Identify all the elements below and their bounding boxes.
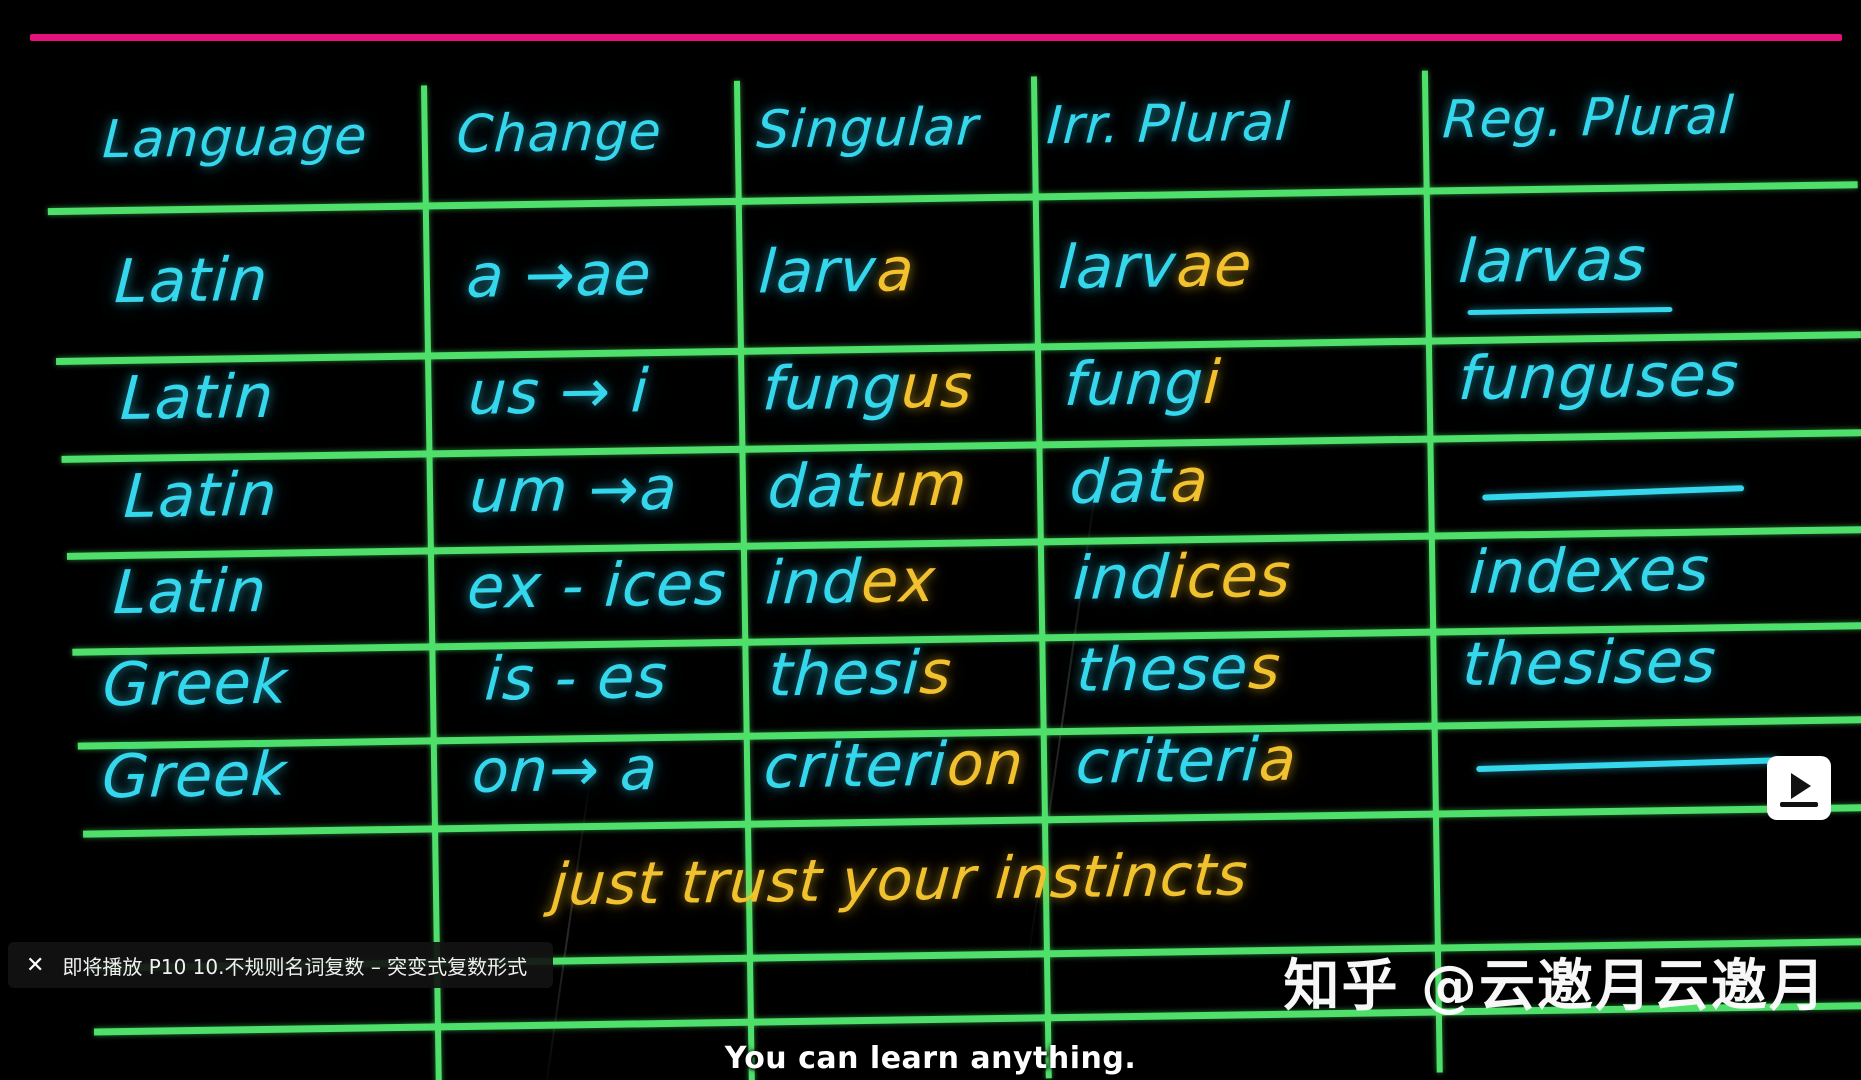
- table-row: fungus: [760, 351, 976, 425]
- board-scratch-mark-2: [542, 767, 593, 1080]
- table-header-regular-plural: Reg. Plural: [1440, 86, 1736, 151]
- table-row: us → i: [466, 356, 651, 429]
- table-row: larvae: [1056, 230, 1255, 304]
- handwritten-table-board: Language Change Singular Irr. Plural Reg…: [0, 0, 1861, 1080]
- table-row: data: [1068, 445, 1212, 518]
- regular-plural-dash-3: [1482, 485, 1745, 501]
- table-row: larvas: [1456, 224, 1649, 298]
- table-row: funguses: [1456, 339, 1742, 415]
- table-row: larva: [756, 235, 917, 308]
- table-row: index: [763, 545, 938, 619]
- zhihu-watermark: 知乎 @云邀月云邀月: [1283, 954, 1827, 1019]
- table-row: Greek: [100, 739, 289, 813]
- regular-plural-dash-6: [1476, 757, 1779, 773]
- table-header-language: Language: [101, 106, 370, 171]
- regular-plural-underline-1: [1467, 306, 1673, 316]
- table-row: criterion: [762, 728, 1026, 803]
- table-row: a →ae: [464, 239, 654, 312]
- table-row: um →a: [468, 453, 680, 527]
- up-next-overlay[interactable]: ✕ 即将播放 P10 10.不规则名词复数 – 突变式复数形式: [8, 942, 554, 988]
- table-row: thesises: [1460, 626, 1719, 701]
- table-row: thesis: [766, 637, 955, 711]
- table-row: is - es: [482, 641, 670, 715]
- grid-hline-6: [83, 804, 1861, 838]
- table-row: ex - ices: [465, 549, 729, 623]
- table-row: Latin: [111, 555, 269, 629]
- play-badge-icon[interactable]: [1767, 756, 1831, 820]
- table-row: Latin: [122, 459, 280, 532]
- grid-vline-4: [1421, 70, 1443, 1073]
- up-next-label: 即将播放 P10 10.不规则名词复数 – 突变式复数形式: [62, 954, 528, 979]
- table-row: theses: [1074, 632, 1283, 706]
- play-triangle-icon: [1791, 773, 1811, 799]
- table-row: on→ a: [470, 734, 660, 807]
- table-row: Greek: [100, 647, 290, 721]
- board-note: just trust your instincts: [549, 840, 1251, 919]
- grid-vline-1: [421, 85, 442, 1080]
- grid-vline-2: [733, 80, 755, 1080]
- table-header-change: Change: [455, 101, 664, 166]
- table-row: Latin: [118, 361, 276, 435]
- table-row: fungi: [1062, 347, 1224, 421]
- table-row: datum: [766, 449, 970, 523]
- grid-hline-header: [47, 181, 1858, 216]
- video-player-viewport: Language Change Singular Irr. Plural Reg…: [0, 0, 1861, 1080]
- play-badge-bar: [1780, 802, 1818, 807]
- close-icon[interactable]: ✕: [26, 954, 44, 976]
- table-row: Latin: [112, 244, 271, 318]
- grid-vline-3: [1030, 76, 1052, 1079]
- table-row: indexes: [1467, 534, 1712, 609]
- table-header-irregular-plural: Irr. Plural: [1045, 92, 1293, 157]
- video-caption: You can learn anything.: [724, 1041, 1137, 1076]
- table-row: criteria: [1074, 724, 1299, 798]
- table-header-singular: Singular: [755, 97, 981, 161]
- table-row: indices: [1071, 540, 1293, 614]
